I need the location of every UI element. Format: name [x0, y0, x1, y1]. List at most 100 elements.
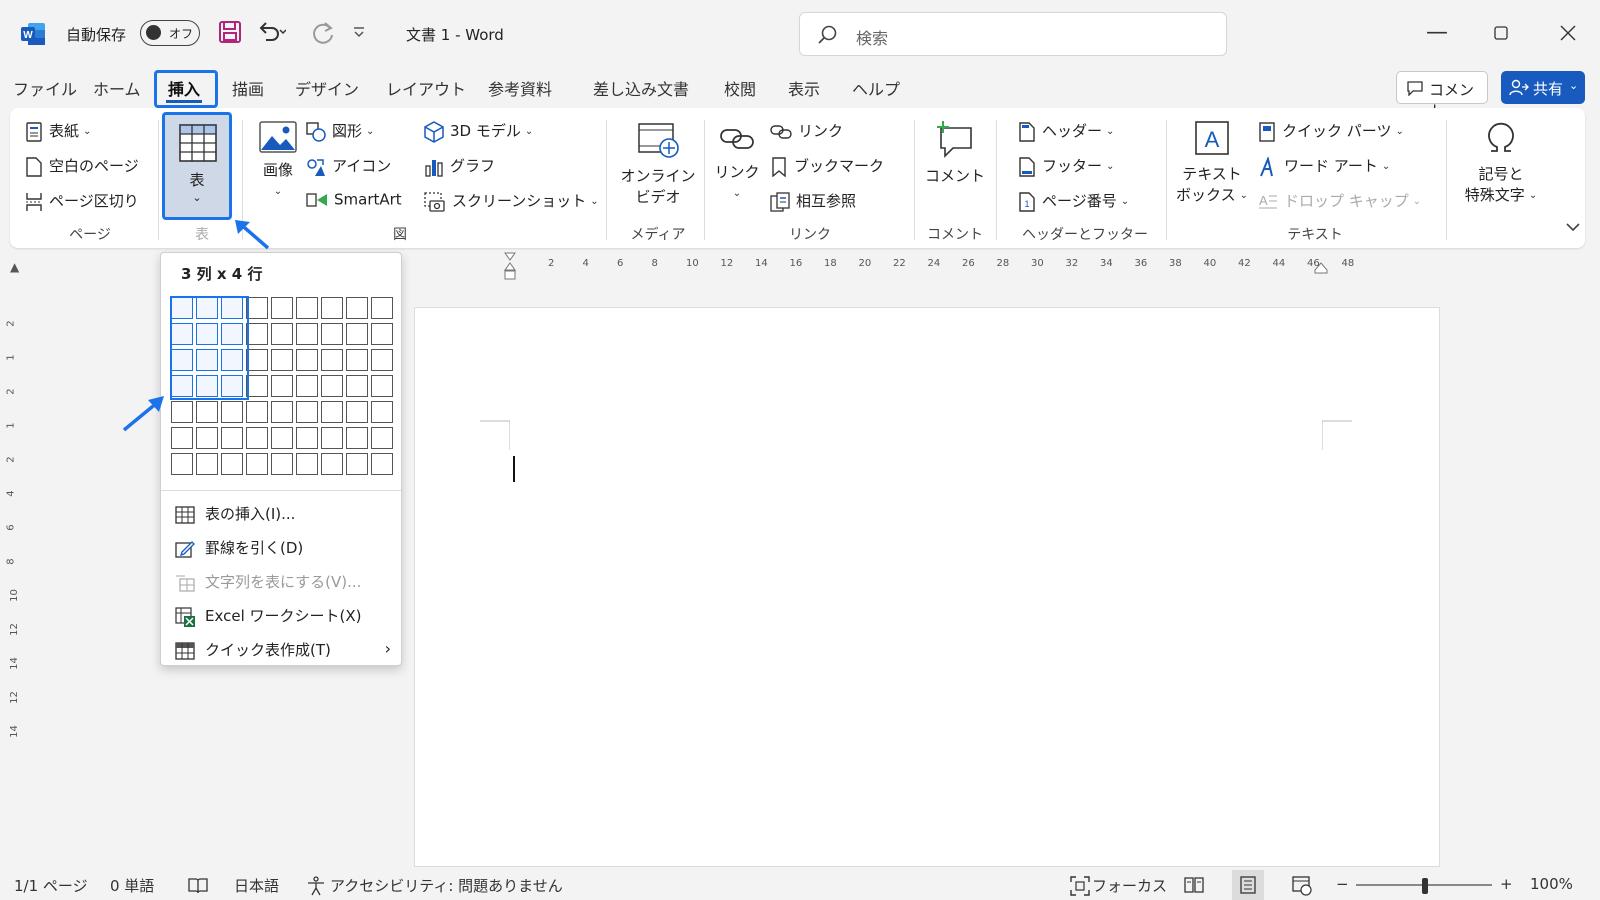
tab-view[interactable]: 表示 — [788, 76, 820, 100]
table-grid-cell[interactable] — [346, 427, 368, 449]
table-grid-cell[interactable] — [371, 453, 393, 475]
zoom-slider-handle[interactable] — [1422, 878, 1428, 894]
share-chevron-icon[interactable]: ⌄ — [1569, 79, 1578, 92]
excel-sheet-item[interactable]: Excel ワークシート(X) — [175, 605, 361, 627]
quick-tables-item[interactable]: クイック表作成(T) — [175, 639, 331, 660]
table-grid-cell[interactable] — [371, 323, 393, 345]
table-grid-cell[interactable] — [271, 453, 293, 475]
maximize-icon[interactable] — [1486, 18, 1516, 48]
table-grid-cell[interactable] — [321, 401, 343, 423]
table-grid-cell[interactable] — [371, 427, 393, 449]
table-grid-cell[interactable] — [171, 453, 193, 475]
horizontal-ruler[interactable]: 2 4 6 8 10 12 14 16 18 20 22 24 26 28 30 32 34 36 38 40 42 44… — [402, 252, 1442, 280]
table-grid-cell[interactable] — [346, 349, 368, 371]
zoom-level[interactable]: 100% — [1530, 875, 1573, 893]
new-comment-button[interactable]: コメント — [922, 120, 988, 187]
smartart-button[interactable]: SmartArt — [306, 190, 402, 210]
text-box-button[interactable]: A テキスト ボックス ⌄ — [1172, 118, 1252, 206]
document-page[interactable] — [414, 307, 1440, 867]
search-box[interactable]: 検索 — [799, 12, 1227, 56]
screenshot-button[interactable]: スクリーンショット ⌄ — [424, 190, 599, 212]
table-grid-cell[interactable] — [321, 349, 343, 371]
table-grid-cell[interactable] — [246, 453, 268, 475]
table-grid-cell[interactable] — [271, 297, 293, 319]
comments-button[interactable]: コメント — [1396, 71, 1488, 120]
shapes-button[interactable]: 図形 ⌄ — [306, 120, 374, 142]
table-grid-cell[interactable] — [196, 427, 218, 449]
table-grid-cell[interactable] — [271, 323, 293, 345]
table-grid-cell[interactable] — [346, 323, 368, 345]
zoom-in-button[interactable]: + — [1500, 875, 1513, 893]
vertical-ruler[interactable]: 2 1 2 1 2 4 6 8 10 12 14 12 14 — [6, 310, 26, 870]
table-grid-cell[interactable] — [346, 375, 368, 397]
table-grid-cell[interactable] — [321, 427, 343, 449]
accessibility-icon[interactable] — [306, 876, 326, 896]
picture-button[interactable]: 画像 ⌄ — [250, 120, 306, 202]
web-layout-icon[interactable] — [1292, 876, 1312, 896]
table-grid-cell[interactable] — [371, 349, 393, 371]
tab-mailings[interactable]: 差し込み文書 — [593, 76, 689, 100]
page-break-button[interactable]: ページ区切り — [25, 190, 139, 212]
tab-file[interactable]: ファイル — [13, 76, 77, 100]
quick-parts-button[interactable]: クイック パーツ ⌄ — [1258, 120, 1404, 142]
table-grid-cell[interactable] — [246, 401, 268, 423]
table-grid-cell[interactable] — [296, 297, 318, 319]
table-grid-cell[interactable] — [246, 427, 268, 449]
link-button[interactable]: リンク — [770, 120, 843, 141]
table-grid-cell[interactable] — [221, 427, 243, 449]
table-grid-cell[interactable] — [296, 453, 318, 475]
table-grid-cell[interactable] — [346, 297, 368, 319]
zoom-out-button[interactable]: − — [1336, 875, 1349, 893]
drop-cap-button[interactable]: A ドロップ キャップ ⌄ — [1258, 190, 1421, 212]
indent-marker-icon[interactable] — [504, 252, 516, 280]
table-grid-cell[interactable] — [296, 375, 318, 397]
undo-icon[interactable] — [256, 20, 286, 44]
text-to-table-item[interactable]: 文字列を表にする(V)... — [175, 571, 361, 592]
autosave-toggle[interactable]: オフ — [140, 20, 200, 46]
table-grid-cell[interactable] — [371, 297, 393, 319]
focus-label[interactable]: フォーカス — [1092, 875, 1167, 896]
table-grid-cell[interactable] — [196, 401, 218, 423]
tab-review[interactable]: 校閲 — [724, 76, 756, 100]
tab-help[interactable]: ヘルプ — [852, 76, 900, 100]
online-video-button[interactable]: オンライン ビデオ — [616, 120, 700, 208]
table-grid-cell[interactable] — [221, 401, 243, 423]
table-grid-cell[interactable] — [321, 297, 343, 319]
3d-models-button[interactable]: 3D モデル ⌄ — [424, 120, 533, 143]
read-mode-icon[interactable] — [1184, 876, 1204, 894]
print-layout-button[interactable] — [1232, 870, 1264, 900]
word-count[interactable]: 0 単語 — [110, 875, 154, 896]
table-grid-cell[interactable] — [296, 349, 318, 371]
focus-icon[interactable] — [1070, 876, 1090, 896]
proofing-book-icon[interactable] — [188, 877, 208, 894]
table-grid-cell[interactable] — [246, 349, 268, 371]
tab-references[interactable]: 参考資料 — [488, 76, 552, 100]
table-grid-cell[interactable] — [371, 401, 393, 423]
table-grid-cell[interactable] — [271, 401, 293, 423]
table-grid-cell[interactable] — [321, 323, 343, 345]
table-grid-cell[interactable] — [296, 427, 318, 449]
table-grid-cell[interactable] — [221, 453, 243, 475]
table-grid-cell[interactable] — [296, 323, 318, 345]
page-number-button[interactable]: 1 ページ番号 ⌄ — [1018, 190, 1129, 212]
table-grid-cell[interactable] — [246, 297, 268, 319]
table-grid-cell[interactable] — [196, 453, 218, 475]
tab-draw[interactable]: 描画 — [232, 76, 264, 100]
redo-icon[interactable] — [310, 20, 336, 46]
table-grid-cell[interactable] — [271, 349, 293, 371]
tab-home[interactable]: ホーム — [93, 76, 141, 100]
chart-button[interactable]: グラフ — [424, 155, 495, 177]
tab-layout[interactable]: レイアウト — [386, 76, 466, 100]
table-grid-cell[interactable] — [321, 375, 343, 397]
tab-design[interactable]: デザイン — [295, 76, 359, 100]
tab-selector-icon[interactable]: ▲ — [10, 260, 19, 274]
table-grid-cell[interactable] — [296, 401, 318, 423]
table-grid-cell[interactable] — [371, 375, 393, 397]
collapse-ribbon-icon[interactable] — [1566, 222, 1580, 232]
blank-page-button[interactable]: 空白のページ — [25, 155, 139, 177]
table-grid-cell[interactable] — [271, 427, 293, 449]
table-grid-cell[interactable] — [346, 401, 368, 423]
table-button[interactable]: 表 ⌄ — [162, 112, 232, 220]
table-grid-cell[interactable] — [171, 427, 193, 449]
header-button[interactable]: ヘッダー ⌄ — [1018, 120, 1114, 142]
